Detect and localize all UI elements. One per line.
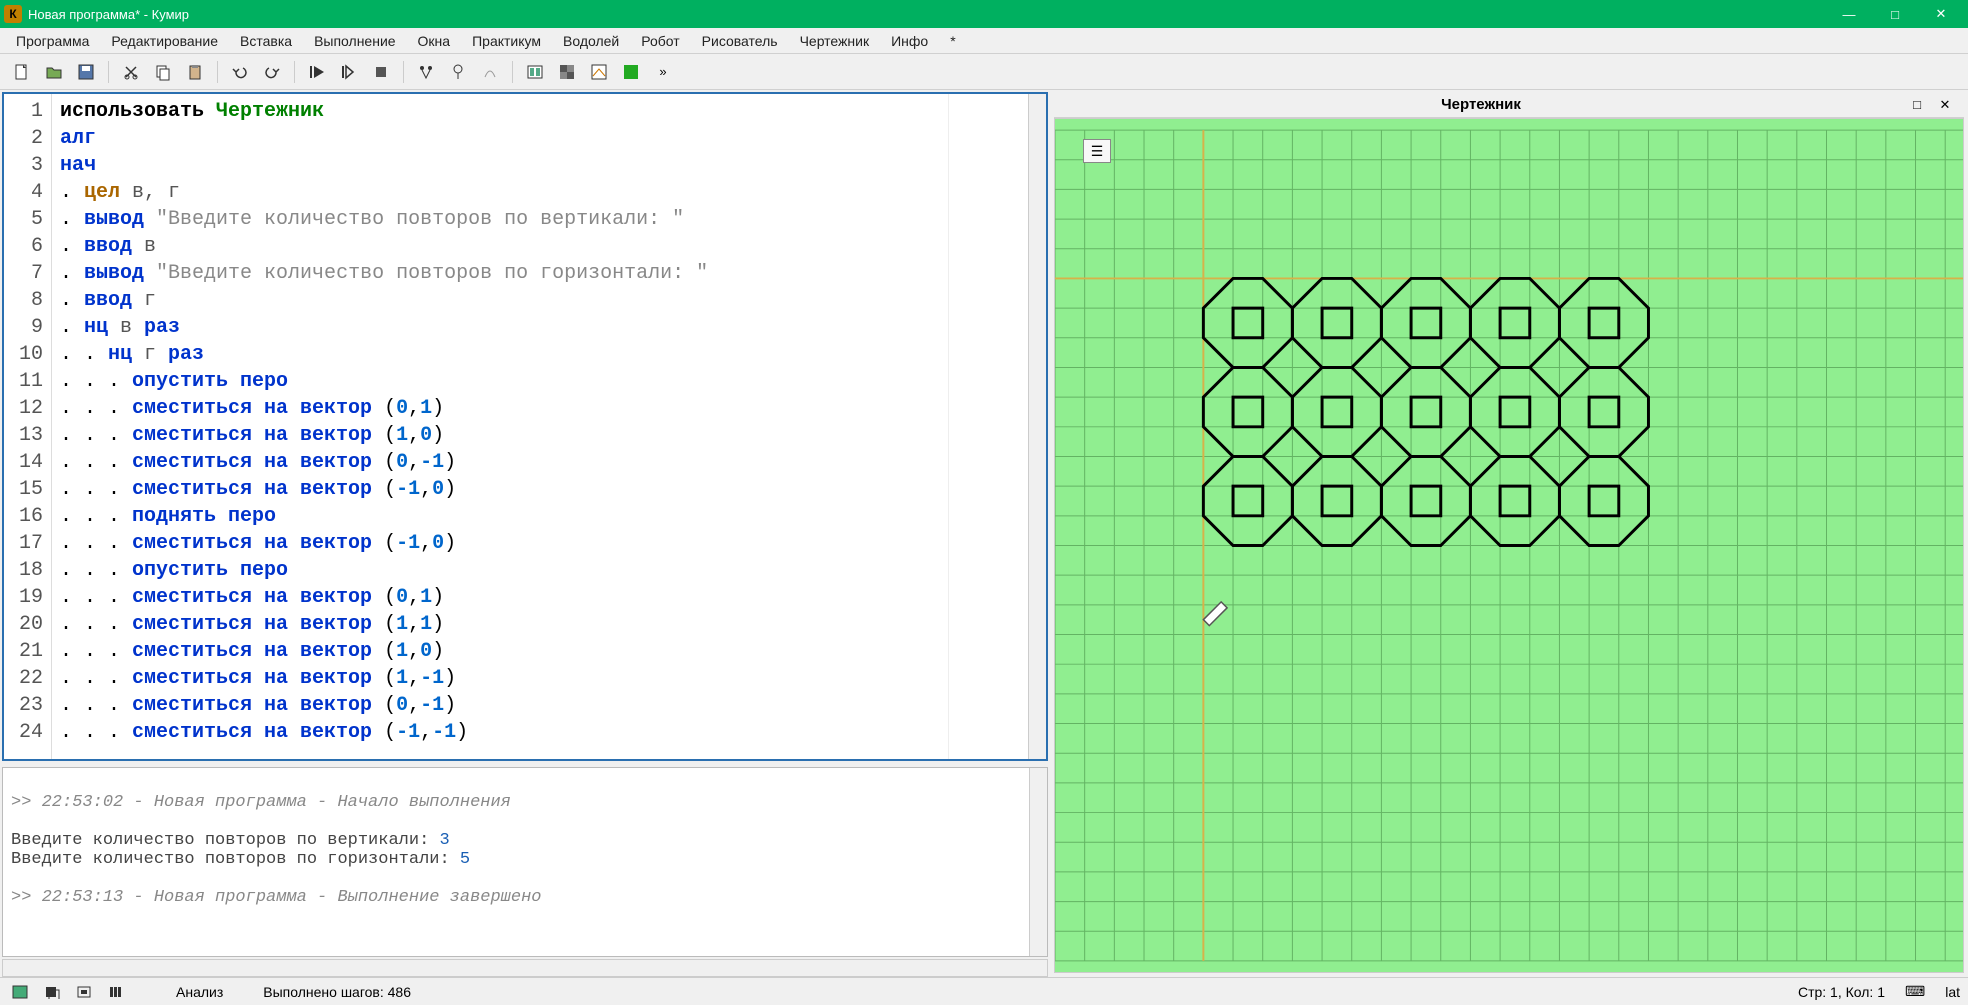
menu-run[interactable]: Выполнение bbox=[304, 30, 405, 52]
menu-vodolei[interactable]: Водолей bbox=[553, 30, 629, 52]
titlebar: К Новая программа* - Кумир — □ ✕ bbox=[0, 0, 1968, 28]
line-number-gutter: 1 2 3 4 5 6 7 8 9 10 11 12 13 14 15 16 1… bbox=[4, 94, 52, 759]
statusbar: Анализ Выполнено шагов: 486 Стр: 1, Кол:… bbox=[0, 977, 1968, 1005]
menu-windows[interactable]: Окна bbox=[408, 30, 461, 52]
code-area[interactable]: использовать Чертежник алг нач . цел в, … bbox=[52, 94, 948, 759]
sb-btn1-icon[interactable] bbox=[8, 981, 32, 1003]
toolbar-overflow-icon[interactable]: » bbox=[649, 58, 677, 86]
console-hscrollbar[interactable] bbox=[2, 959, 1048, 977]
open-file-icon[interactable] bbox=[40, 58, 68, 86]
tool5-icon[interactable] bbox=[553, 58, 581, 86]
sb-btn3-icon[interactable] bbox=[72, 981, 96, 1003]
panel-close-icon[interactable]: ✕ bbox=[1934, 94, 1956, 116]
code-editor[interactable]: 1 2 3 4 5 6 7 8 9 10 11 12 13 14 15 16 1… bbox=[2, 92, 1048, 761]
menu-info[interactable]: Инфо bbox=[881, 30, 938, 52]
editor-vscrollbar[interactable] bbox=[1028, 94, 1046, 759]
canvas-menu-icon[interactable]: ☰ bbox=[1083, 139, 1111, 163]
editor-margin bbox=[948, 94, 1028, 759]
close-button[interactable]: ✕ bbox=[1918, 0, 1964, 28]
tool2-icon[interactable] bbox=[444, 58, 472, 86]
tool7-icon[interactable] bbox=[617, 58, 645, 86]
sb-btn4-icon[interactable] bbox=[104, 981, 128, 1003]
save-file-icon[interactable] bbox=[72, 58, 100, 86]
panel-restore-icon[interactable]: □ bbox=[1906, 94, 1928, 116]
status-kb-icon[interactable]: ⌨ bbox=[1905, 983, 1925, 1000]
toolbar: » bbox=[0, 54, 1968, 90]
cut-icon[interactable] bbox=[117, 58, 145, 86]
drawing-svg bbox=[1055, 119, 1963, 972]
redo-icon[interactable] bbox=[258, 58, 286, 86]
status-lang: lat bbox=[1945, 984, 1960, 1000]
tool6-icon[interactable] bbox=[585, 58, 613, 86]
tool4-icon[interactable] bbox=[521, 58, 549, 86]
menu-program[interactable]: Программа bbox=[6, 30, 99, 52]
stop-icon[interactable] bbox=[367, 58, 395, 86]
output-console[interactable]: >> 22:53:02 - Новая программа - Начало в… bbox=[2, 767, 1048, 957]
tool3-icon[interactable] bbox=[476, 58, 504, 86]
menu-extra[interactable]: * bbox=[940, 30, 965, 52]
paste-icon[interactable] bbox=[181, 58, 209, 86]
copy-icon[interactable] bbox=[149, 58, 177, 86]
sb-btn2-icon[interactable] bbox=[40, 981, 64, 1003]
menu-edit[interactable]: Редактирование bbox=[101, 30, 228, 52]
step-icon[interactable] bbox=[335, 58, 363, 86]
status-cursor-pos: Стр: 1, Кол: 1 bbox=[1798, 984, 1885, 1000]
status-steps: Выполнено шагов: 486 bbox=[263, 984, 411, 1000]
drawing-panel-header: Чертежник □ ✕ bbox=[1054, 92, 1964, 118]
menu-chertezhnik[interactable]: Чертежник bbox=[790, 30, 880, 52]
console-vscrollbar[interactable] bbox=[1029, 768, 1047, 956]
menubar: Программа Редактирование Вставка Выполне… bbox=[0, 28, 1968, 54]
tool1-icon[interactable] bbox=[412, 58, 440, 86]
run-icon[interactable] bbox=[303, 58, 331, 86]
menu-insert[interactable]: Вставка bbox=[230, 30, 302, 52]
new-file-icon[interactable] bbox=[8, 58, 36, 86]
status-analysis: Анализ bbox=[176, 984, 223, 1000]
menu-drawer[interactable]: Рисователь bbox=[692, 30, 788, 52]
undo-icon[interactable] bbox=[226, 58, 254, 86]
app-icon: К bbox=[4, 5, 22, 23]
menu-robot[interactable]: Робот bbox=[631, 30, 689, 52]
panel-title: Чертежник bbox=[1062, 96, 1900, 113]
window-title: Новая программа* - Кумир bbox=[28, 7, 1826, 22]
menu-practicum[interactable]: Практикум bbox=[462, 30, 551, 52]
drawing-canvas[interactable]: ☰ bbox=[1054, 118, 1964, 973]
minimize-button[interactable]: — bbox=[1826, 0, 1872, 28]
maximize-button[interactable]: □ bbox=[1872, 0, 1918, 28]
